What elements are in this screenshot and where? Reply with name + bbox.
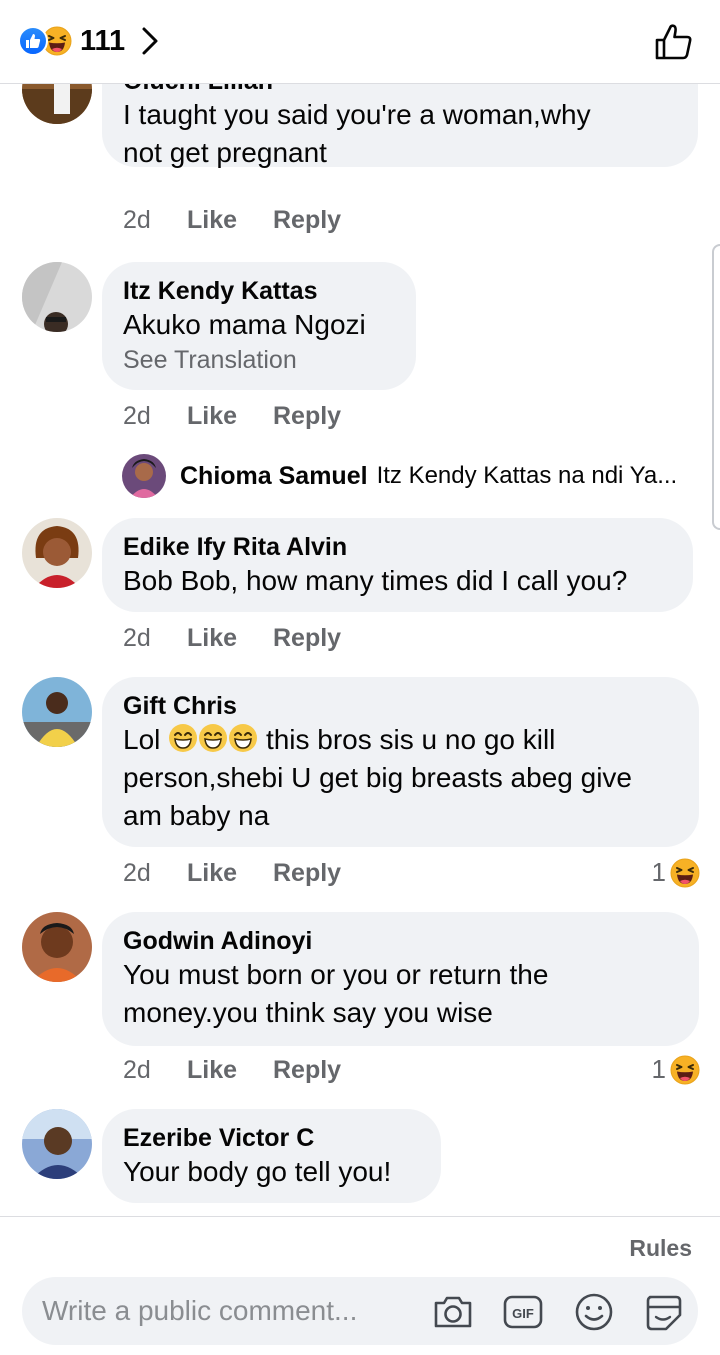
comment-text: I taught you said you're a woman,why	[123, 99, 591, 130]
reply-button[interactable]: Reply	[273, 859, 341, 888]
comment-reaction-count: 1	[651, 857, 666, 887]
comment-author[interactable]: Oluchi Lilian	[123, 84, 676, 96]
comment-time: 2d	[123, 1056, 151, 1084]
reply-button[interactable]: Reply	[273, 402, 341, 431]
comment-actions: 2d Like Reply	[123, 859, 341, 888]
avatar[interactable]	[22, 912, 92, 982]
comment-text-rest: this bros sis u no go kill	[265, 724, 556, 755]
comment-bubble[interactable]: Gift Chris Lol this bros sis u no go kil…	[102, 677, 699, 847]
laughing-emoji-icon	[168, 723, 198, 753]
avatar	[122, 454, 166, 498]
gif-icon[interactable]: GIF	[502, 1291, 544, 1333]
comment-text: not get pregnant	[123, 137, 327, 168]
avatar[interactable]	[22, 84, 92, 124]
comment-text-lead: Lol	[123, 724, 161, 755]
comment-text: You must born or you or return the	[123, 959, 549, 990]
like-button[interactable]: Like	[187, 1056, 273, 1085]
haha-icon	[670, 1055, 700, 1085]
chevron-right-icon[interactable]	[141, 26, 159, 56]
comment-author[interactable]: Edike Ify Rita Alvin	[123, 532, 671, 562]
reply-preview[interactable]: Chioma Samuel Itz Kendy Kattas na ndi Ya…	[122, 454, 677, 498]
laughing-emoji-icon	[198, 723, 228, 753]
emoji-icon[interactable]	[573, 1291, 615, 1333]
comment-reaction-summary[interactable]: 1	[652, 857, 700, 888]
comment-time: 2d	[123, 859, 151, 887]
comment-bubble[interactable]: Edike Ify Rita Alvin Bob Bob, how many t…	[102, 518, 693, 612]
like-button[interactable]: Like	[187, 206, 273, 235]
see-translation-link[interactable]: See Translation	[123, 344, 394, 376]
like-button[interactable]: Like	[187, 624, 273, 653]
reply-text: Itz Kendy Kattas na ndi Ya...	[376, 462, 678, 489]
like-icon	[18, 26, 48, 56]
comment-reaction-count: 1	[651, 1054, 666, 1084]
comment-actions: 2d Like Reply	[123, 624, 341, 653]
comment-bubble[interactable]: Itz Kendy Kattas Akuko mama Ngozi See Tr…	[102, 262, 416, 390]
svg-text:GIF: GIF	[512, 1306, 534, 1321]
reaction-count: 111	[80, 24, 126, 57]
comment-time: 2d	[123, 402, 151, 430]
avatar[interactable]	[22, 1109, 92, 1179]
reply-author[interactable]: Chioma Samuel	[180, 462, 368, 491]
avatar[interactable]	[22, 262, 92, 332]
comment-reaction-summary[interactable]: 1	[652, 1054, 700, 1085]
avatar[interactable]	[22, 677, 92, 747]
reactions-summary[interactable]: 111	[18, 24, 159, 58]
comment-bubble[interactable]: Ezeribe Victor C Your body go tell you!	[102, 1109, 441, 1203]
comment-text: Your body go tell you!	[123, 1156, 392, 1187]
comment-bubble[interactable]: Oluchi Lilian I taught you said you're a…	[102, 84, 698, 168]
reply-button[interactable]: Reply	[273, 206, 341, 235]
comment-text: Bob Bob, how many times did I call you?	[123, 565, 628, 596]
comment-text: person,shebi U get big breasts abeg give	[123, 762, 632, 793]
avatar[interactable]	[22, 518, 92, 588]
reply-button[interactable]: Reply	[273, 624, 341, 653]
comment-time: 2d	[123, 206, 151, 234]
comment-composer[interactable]: GIF	[22, 1277, 698, 1345]
comment-text: money.you think say you wise	[123, 997, 493, 1028]
comment-actions: 2d Like Reply	[123, 1056, 341, 1085]
comment-text: am baby na	[123, 800, 270, 831]
reactions-header: 111	[0, 0, 720, 84]
comment-author[interactable]: Godwin Adinoyi	[123, 926, 677, 956]
comment-text: Akuko mama Ngozi	[123, 309, 366, 340]
comment-author[interactable]: Gift Chris	[123, 691, 677, 721]
comment-time: 2d	[123, 624, 151, 652]
camera-icon[interactable]	[432, 1291, 474, 1333]
like-button[interactable]: Like	[187, 859, 273, 888]
comment-actions: 2d Like Reply	[123, 206, 341, 235]
comment-composer-area: Rules GIF	[0, 1216, 720, 1355]
comment-list[interactable]: Oluchi Lilian I taught you said you're a…	[0, 84, 720, 1216]
comment-actions: 2d Like Reply	[123, 402, 341, 431]
laughing-emoji-icon	[228, 723, 258, 753]
scrollbar[interactable]	[712, 244, 720, 530]
comment-bubble[interactable]: Godwin Adinoyi You must born or you or r…	[102, 912, 699, 1046]
comment-input[interactable]	[42, 1287, 412, 1335]
comment-author[interactable]: Itz Kendy Kattas	[123, 276, 394, 306]
thumbs-up-icon[interactable]	[654, 22, 694, 62]
comment-author[interactable]: Ezeribe Victor C	[123, 1123, 419, 1153]
like-button[interactable]: Like	[187, 402, 273, 431]
sticker-icon[interactable]	[642, 1291, 684, 1333]
haha-icon	[670, 858, 700, 888]
comment-text: Lol this bros sis u no go kill	[123, 721, 677, 759]
rules-link[interactable]: Rules	[629, 1235, 692, 1262]
reply-button[interactable]: Reply	[273, 1056, 341, 1085]
